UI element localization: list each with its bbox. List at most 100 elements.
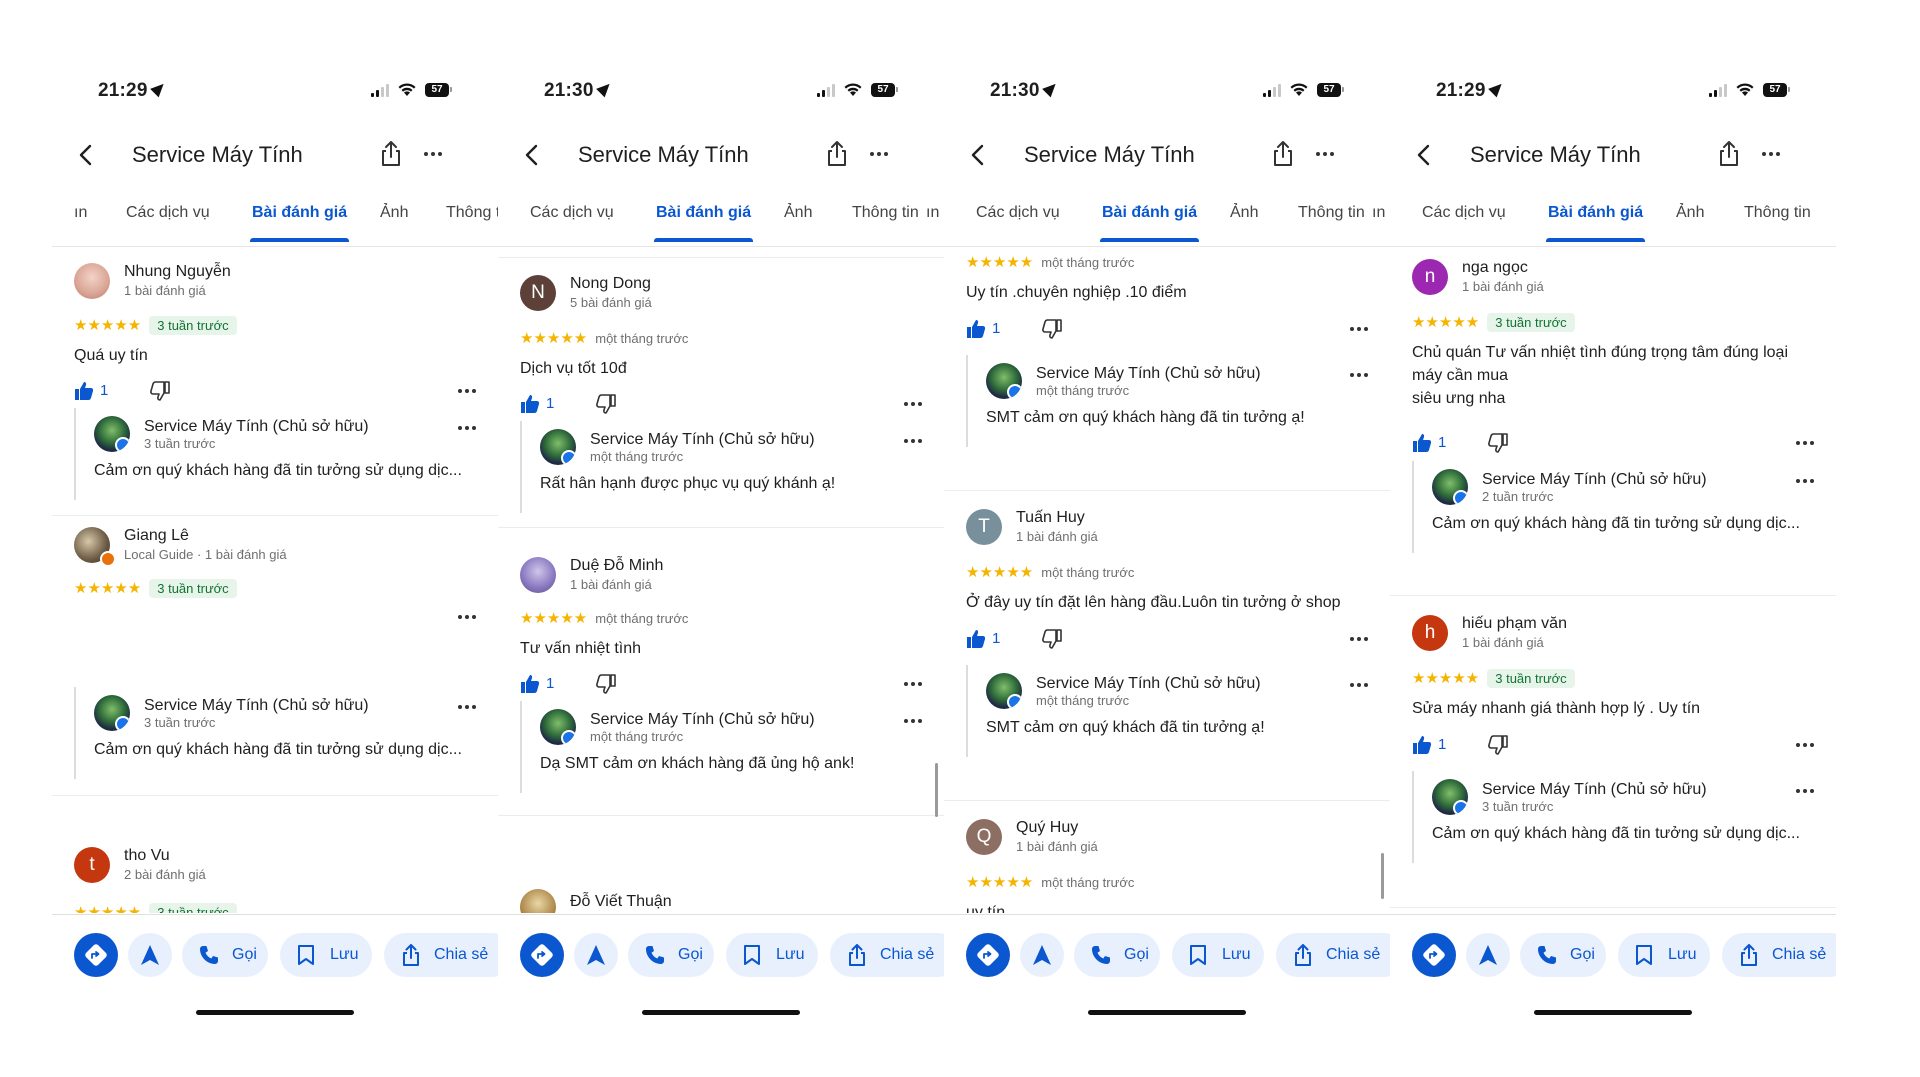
directions-button[interactable] bbox=[1412, 933, 1456, 977]
reviewer-name[interactable]: tho Vu bbox=[124, 847, 170, 865]
back-arrow-icon[interactable] bbox=[520, 142, 546, 168]
tab-about[interactable]: Thông tin bbox=[1298, 204, 1365, 222]
owner-reply-more-icon[interactable] bbox=[1796, 479, 1814, 483]
avatar[interactable] bbox=[520, 889, 556, 913]
start-navigation-button[interactable] bbox=[1466, 933, 1510, 977]
review-more-icon[interactable] bbox=[1350, 327, 1368, 331]
reviewer-name[interactable]: Duệ Đỗ Minh bbox=[570, 557, 663, 575]
thumbs-up-icon[interactable] bbox=[520, 674, 540, 694]
tab-photos[interactable]: Ảnh bbox=[1676, 204, 1704, 222]
save-button[interactable]: Lưu bbox=[1618, 933, 1710, 977]
save-button[interactable]: Lưu bbox=[280, 933, 372, 977]
avatar[interactable]: h bbox=[1412, 615, 1448, 651]
owner-reply-more-icon[interactable] bbox=[458, 705, 476, 709]
call-button[interactable]: Gọi bbox=[628, 933, 714, 977]
more-options-icon[interactable] bbox=[1316, 152, 1334, 156]
avatar[interactable]: T bbox=[966, 509, 1002, 545]
review-more-icon[interactable] bbox=[904, 402, 922, 406]
owner-name[interactable]: Service Máy Tính (Chủ sở hữu) bbox=[144, 697, 369, 715]
save-button[interactable]: Lưu bbox=[726, 933, 818, 977]
back-arrow-icon[interactable] bbox=[1412, 142, 1438, 168]
tab-reviews[interactable]: Bài đánh giá bbox=[1099, 204, 1200, 242]
share-icon[interactable] bbox=[824, 140, 850, 168]
thumbs-up-icon[interactable] bbox=[1412, 735, 1432, 755]
owner-name[interactable]: Service Máy Tính (Chủ sở hữu) bbox=[1036, 365, 1261, 383]
tab-services[interactable]: Các dịch vụ bbox=[1422, 204, 1506, 222]
avatar[interactable]: Q bbox=[966, 819, 1002, 855]
reviews-list[interactable]: N Nong Dong 5 bài đánh giá ★★★★★ một thá… bbox=[498, 247, 944, 913]
tab-partial[interactable]: ın bbox=[74, 204, 92, 222]
tab-about[interactable]: Thông tin bbox=[1744, 204, 1811, 222]
tab-about[interactable]: Thông tin bbox=[852, 204, 919, 222]
thumbs-down-icon[interactable] bbox=[1488, 433, 1508, 453]
thumbs-down-icon[interactable] bbox=[1042, 319, 1062, 339]
start-navigation-button[interactable] bbox=[1020, 933, 1064, 977]
share-button[interactable]: Chia sẻ bbox=[830, 933, 944, 977]
back-arrow-icon[interactable] bbox=[966, 142, 992, 168]
owner-reply-more-icon[interactable] bbox=[1796, 789, 1814, 793]
call-button[interactable]: Gọi bbox=[1520, 933, 1606, 977]
reviewer-name[interactable]: Quý Huy bbox=[1016, 819, 1078, 837]
share-icon[interactable] bbox=[1270, 140, 1296, 168]
review-more-icon[interactable] bbox=[1796, 743, 1814, 747]
tab-photos[interactable]: Ảnh bbox=[1230, 204, 1258, 222]
reviewer-name[interactable]: nga ngọc bbox=[1462, 259, 1528, 277]
tab-services[interactable]: Các dịch vụ bbox=[530, 204, 614, 222]
home-indicator[interactable] bbox=[196, 1010, 354, 1015]
start-navigation-button[interactable] bbox=[128, 933, 172, 977]
tab-reviews[interactable]: Bài đánh giá bbox=[653, 204, 754, 242]
share-icon[interactable] bbox=[378, 140, 404, 168]
tab-partial[interactable]: ın bbox=[1372, 204, 1390, 222]
owner-reply-more-icon[interactable] bbox=[904, 439, 922, 443]
owner-name[interactable]: Service Máy Tính (Chủ sở hữu) bbox=[590, 431, 815, 449]
thumbs-down-icon[interactable] bbox=[596, 394, 616, 414]
thumbs-up-icon[interactable] bbox=[520, 394, 540, 414]
reviewer-name[interactable]: Tuấn Huy bbox=[1016, 509, 1085, 527]
reviewer-name[interactable]: Giang Lê bbox=[124, 527, 189, 545]
home-indicator[interactable] bbox=[642, 1010, 800, 1015]
review-more-icon[interactable] bbox=[904, 682, 922, 686]
reviewer-name[interactable]: Nong Dong bbox=[570, 275, 651, 293]
more-options-icon[interactable] bbox=[870, 152, 888, 156]
avatar[interactable]: t bbox=[74, 847, 110, 883]
directions-button[interactable] bbox=[74, 933, 118, 977]
thumbs-down-icon[interactable] bbox=[596, 674, 616, 694]
home-indicator[interactable] bbox=[1088, 1010, 1246, 1015]
thumbs-up-icon[interactable] bbox=[74, 381, 94, 401]
call-button[interactable]: Gọi bbox=[182, 933, 268, 977]
thumbs-down-icon[interactable] bbox=[1042, 629, 1062, 649]
reviewer-name[interactable]: Nhung Nguyễn bbox=[124, 263, 231, 281]
save-button[interactable]: Lưu bbox=[1172, 933, 1264, 977]
directions-button[interactable] bbox=[966, 933, 1010, 977]
thumbs-up-icon[interactable] bbox=[966, 319, 986, 339]
owner-name[interactable]: Service Máy Tính (Chủ sở hữu) bbox=[144, 418, 369, 436]
owner-name[interactable]: Service Máy Tính (Chủ sở hữu) bbox=[590, 711, 815, 729]
more-options-icon[interactable] bbox=[424, 152, 442, 156]
review-more-icon[interactable] bbox=[1350, 637, 1368, 641]
thumbs-up-icon[interactable] bbox=[1412, 433, 1432, 453]
owner-name[interactable]: Service Máy Tính (Chủ sở hữu) bbox=[1482, 781, 1707, 799]
back-arrow-icon[interactable] bbox=[74, 142, 100, 168]
owner-reply-more-icon[interactable] bbox=[1350, 683, 1368, 687]
reviews-list[interactable]: Nhung Nguyễn 1 bài đánh giá ★★★★★ 3 tuần… bbox=[52, 247, 498, 913]
review-more-icon[interactable] bbox=[458, 389, 476, 393]
thumbs-up-icon[interactable] bbox=[966, 629, 986, 649]
thumbs-down-icon[interactable] bbox=[150, 381, 170, 401]
reviewer-name[interactable]: Đỗ Viết Thuận bbox=[570, 893, 672, 911]
tab-photos[interactable]: Ảnh bbox=[784, 204, 812, 222]
reviews-list[interactable]: ★★★★★ một tháng trước Uy tín .chuyên ngh… bbox=[944, 247, 1390, 913]
tab-partial[interactable]: ın bbox=[926, 204, 944, 222]
scrollbar[interactable] bbox=[935, 763, 938, 817]
owner-reply-more-icon[interactable] bbox=[458, 426, 476, 430]
avatar[interactable]: n bbox=[1412, 259, 1448, 295]
call-button[interactable]: Gọi bbox=[1074, 933, 1160, 977]
reviews-list[interactable]: n nga ngọc 1 bài đánh giá ★★★★★ 3 tuần t… bbox=[1390, 247, 1836, 913]
share-button[interactable]: Chia sẻ bbox=[384, 933, 498, 977]
avatar[interactable] bbox=[74, 263, 110, 299]
review-more-icon[interactable] bbox=[1796, 441, 1814, 445]
home-indicator[interactable] bbox=[1534, 1010, 1692, 1015]
avatar[interactable]: N bbox=[520, 275, 556, 311]
tab-reviews[interactable]: Bài đánh giá bbox=[249, 204, 350, 242]
thumbs-down-icon[interactable] bbox=[1488, 735, 1508, 755]
tab-reviews[interactable]: Bài đánh giá bbox=[1545, 204, 1646, 242]
